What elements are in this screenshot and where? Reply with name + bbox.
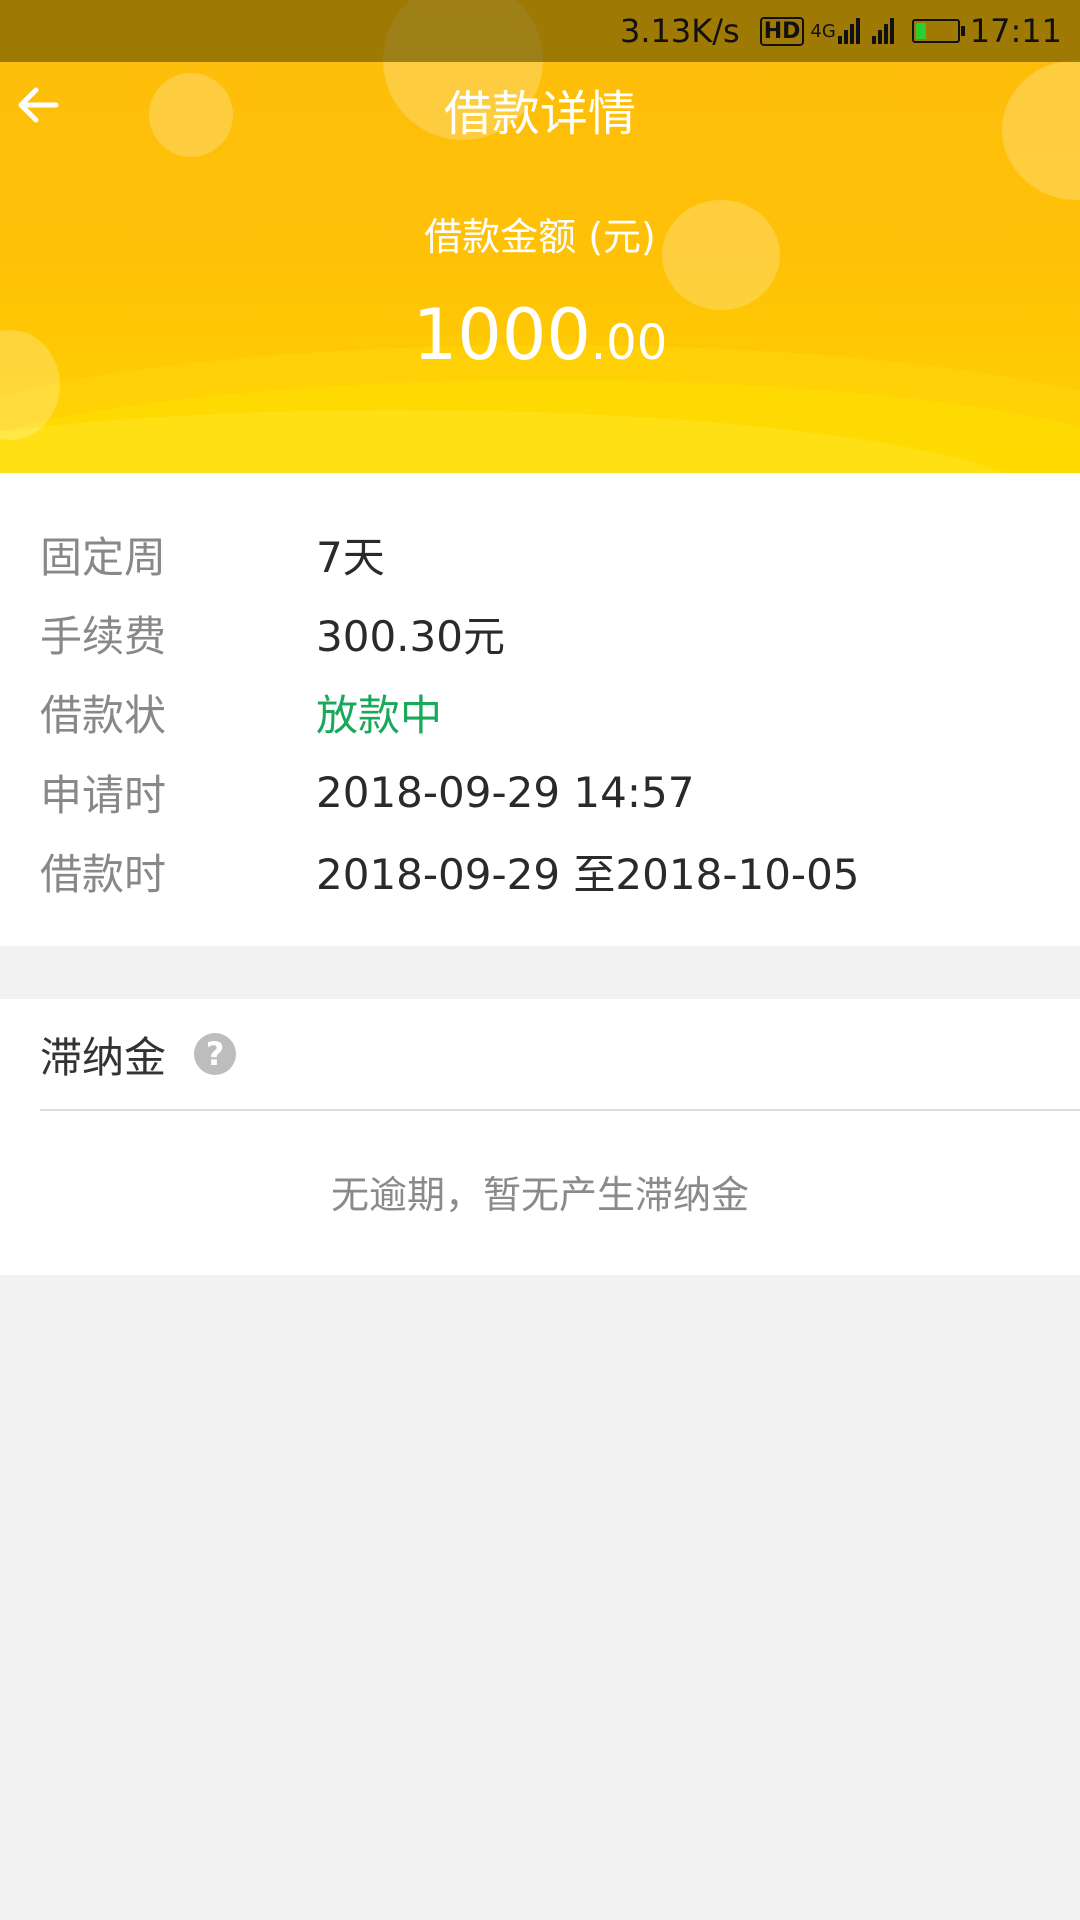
loan-header: 3.13K/s HD 4G 17:11 借款详情 借款金额 (元) 1000.0… [0,0,1080,473]
help-icon[interactable]: ? [194,1033,237,1075]
loan-amount-value: 1000.00 [0,295,1080,394]
loan-details-card: 固定周 7天 手续费 300.30元 借款状 放款中 申请时 2018-09-2… [0,473,1080,946]
battery-level [915,23,926,39]
detail-row-period: 固定周 7天 [0,524,1080,584]
network-speed: 3.13K/s [620,12,740,50]
late-fee-card: 滞纳金 ? 无逾期，暂无产生滞纳金 [0,999,1080,1275]
clock: 17:11 [969,12,1062,50]
detail-row-fee: 手续费 300.30元 [0,603,1080,663]
detail-row-loan-time: 借款时 2018-09-29 至2018-10-05 [0,841,1080,901]
detail-label: 申请时 [40,770,167,820]
loan-amount-label: 借款金额 (元) [424,215,656,259]
detail-value: 7天 [316,532,385,582]
detail-row-apply-time: 申请时 2018-09-29 14:57 [0,762,1080,822]
detail-value: 300.30元 [316,611,505,661]
detail-label: 固定周 [40,532,167,582]
detail-value: 2018-09-29 至2018-10-05 [316,849,860,899]
network-type: 4G [810,20,836,42]
detail-label: 借款时 [40,849,167,899]
hd-call-icon: HD [759,16,805,46]
detail-label: 借款状 [40,690,167,740]
loan-amount-decimal: .00 [590,315,668,371]
late-fee-header: 滞纳金 ? [40,999,1080,1111]
loan-status-value: 放款中 [316,690,443,740]
status-bar: 3.13K/s HD 4G 17:11 [0,0,1080,62]
signal-strength-icon [837,18,862,44]
detail-row-status: 借款状 放款中 [0,682,1080,742]
signal-strength-icon [871,18,896,44]
late-fee-empty-text: 无逾期，暂无产生滞纳金 [330,1173,749,1217]
battery-icon [911,19,965,43]
page-title: 借款详情 [443,86,636,142]
loan-amount-integer: 1000 [412,294,591,376]
detail-label: 手续费 [40,611,167,661]
detail-value: 2018-09-29 14:57 [316,767,695,817]
late-fee-title: 滞纳金 [40,1032,167,1082]
